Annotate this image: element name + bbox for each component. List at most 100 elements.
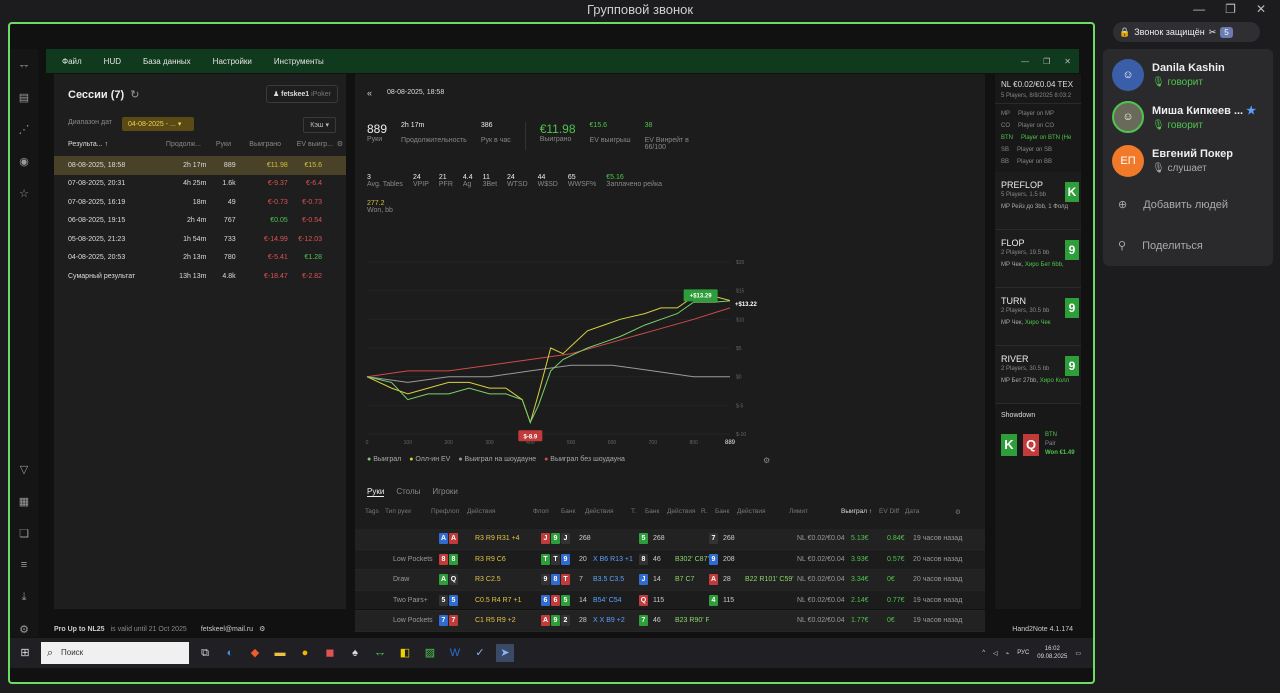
menu-settings[interactable]: Настройки: [213, 57, 252, 66]
col-river[interactable]: R.: [701, 508, 715, 516]
chart-app-icon[interactable]: ▨: [421, 644, 439, 662]
clock[interactable]: 16:02 09.08.2025: [1037, 645, 1067, 661]
restore-icon[interactable]: ❐: [1225, 2, 1236, 16]
col-limit[interactable]: Лимит: [789, 508, 841, 516]
word-icon[interactable]: W: [446, 644, 464, 662]
col-pot[interactable]: Банк: [715, 508, 737, 516]
street-flop[interactable]: FLOP 2 Players, 19.5 bb MP Чек, Хиро Бет 6…: [995, 230, 1081, 288]
menu-tools[interactable]: Инструменты: [274, 57, 324, 66]
street-river[interactable]: RIVER 2 Players, 30.5 bb MP Бет 27bb, Хиро…: [995, 346, 1081, 404]
hand-row[interactable]: A A R3 R9 R31 +4 J 9 J 268 5 268 7 268 NL €0.02/€0.…: [355, 529, 985, 550]
minimize-icon[interactable]: —: [1193, 2, 1205, 16]
restore-icon[interactable]: ❐: [1043, 57, 1050, 66]
steam-icon[interactable]: ✓: [471, 644, 489, 662]
tab-players[interactable]: Игроки: [432, 487, 458, 497]
network-icon[interactable]: ⌁: [1006, 650, 1010, 657]
settings-icon[interactable]: ⚙: [17, 623, 31, 637]
col-flop[interactable]: Флоп: [533, 508, 561, 516]
col-hands[interactable]: Руки: [201, 141, 231, 148]
session-row[interactable]: 08-08-2025, 18:58 2h 17m 889 €11.98 €15.6: [54, 156, 346, 175]
street-turn[interactable]: TURN 2 Players, 30.5 bb MP Чек, Хиро Чек 9: [995, 288, 1081, 346]
download-icon[interactable]: ⤓: [17, 591, 31, 605]
col-actions[interactable]: Действия: [585, 508, 631, 516]
col-hand-type[interactable]: Тип руки: [385, 508, 431, 516]
col-won[interactable]: Выиграно: [231, 141, 281, 148]
session-row[interactable]: 07-08-2025, 16:19 18m 49 €-0.73 €-0.73: [54, 193, 346, 212]
legend-item[interactable]: ● Выиграл без шоудауна: [544, 456, 625, 463]
menu-file[interactable]: Файл: [62, 57, 82, 66]
col-pot[interactable]: Банк: [645, 508, 667, 516]
col-date[interactable]: Дата: [905, 508, 955, 516]
hand-row[interactable]: Two Pairs+ 5 5 C0.5 R4 R7 +1 6 6 5 14 B54' C54 Q 1…: [355, 591, 985, 611]
network-icon[interactable]: ⋰: [17, 123, 31, 137]
session-row[interactable]: 05-08-2025, 21:23 1h 54m 733 €-14.99 €-12.03: [54, 230, 346, 249]
col-actions[interactable]: Действия: [667, 508, 701, 516]
filter-icon[interactable]: ▽: [17, 463, 31, 477]
participant[interactable]: ☺ Danila Kashin 🎙 говорит: [1112, 59, 1225, 91]
chart-icon[interactable]: ⥐: [17, 59, 31, 73]
tab-hands[interactable]: Руки: [367, 487, 385, 497]
legend-item[interactable]: ● Выиграл на шоудауне: [458, 456, 536, 463]
account-selector[interactable]: ♟ fetskee1 iPoker: [265, 85, 338, 103]
street-preflop[interactable]: PREFLOP 5 Players, 1.5 bb MP Рейз до 3bb, …: [995, 172, 1081, 230]
app-icon[interactable]: ♠: [346, 644, 364, 662]
col-tags[interactable]: Tags: [365, 508, 385, 516]
back-icon[interactable]: «: [367, 88, 372, 98]
tab-tables[interactable]: Столы: [396, 487, 420, 497]
app-icon[interactable]: ●: [296, 644, 314, 662]
star-icon[interactable]: ☆: [17, 187, 31, 201]
col-won[interactable]: Выиграл ↑: [841, 508, 879, 516]
broadcast-icon[interactable]: ◉: [17, 155, 31, 169]
document-icon[interactable]: ▤: [17, 91, 31, 105]
menu-database[interactable]: База данных: [143, 57, 191, 66]
legend-item[interactable]: ● Выиграл: [367, 456, 401, 463]
chevron-up-icon[interactable]: ^: [982, 650, 985, 656]
col-ev-diff[interactable]: EV Diff: [879, 508, 905, 516]
col-duration[interactable]: Продолж...: [146, 141, 201, 148]
col-result[interactable]: Результа... ↑: [54, 141, 146, 148]
speaker-icon[interactable]: ◁: [993, 650, 998, 657]
copy-icon[interactable]: ❏: [17, 527, 31, 541]
col-pot[interactable]: Банк: [561, 508, 585, 516]
col-actions[interactable]: Действия: [467, 508, 533, 516]
participant[interactable]: ЕП Евгений Покер 🎙 слушает: [1112, 145, 1233, 177]
edge-icon[interactable]: ◐: [221, 644, 239, 662]
app-icon[interactable]: ◼: [321, 644, 339, 662]
col-turn[interactable]: T.: [631, 508, 645, 516]
close-icon[interactable]: ✕: [1256, 2, 1266, 16]
menu-hud[interactable]: HUD: [104, 57, 121, 66]
database-icon[interactable]: ≡: [17, 559, 31, 573]
telegram-icon[interactable]: ➤: [496, 644, 514, 662]
notification-icon[interactable]: ▭: [1075, 650, 1081, 657]
close-icon[interactable]: ✕: [1064, 57, 1071, 66]
add-people-button[interactable]: ⊕ Добавить людей: [1118, 198, 1228, 212]
gear-icon[interactable]: ⚙: [955, 508, 965, 516]
task-view-icon[interactable]: ⧉: [196, 644, 214, 662]
windows-start-icon[interactable]: ⊞: [16, 644, 34, 662]
h2n-icon[interactable]: ⥐: [371, 644, 389, 662]
gear-icon[interactable]: ⚙: [259, 625, 265, 633]
brave-icon[interactable]: ◆: [246, 644, 264, 662]
security-badge[interactable]: 🔒 Звонок защищён ✂ 5: [1113, 22, 1260, 42]
session-row[interactable]: 07-08-2025, 20:31 4h 25m 1.6k €-9.37 €-6.4: [54, 175, 346, 194]
layout-icon[interactable]: ▦: [17, 495, 31, 509]
col-actions[interactable]: Действия: [737, 508, 789, 516]
date-range-picker[interactable]: 04-08-2025 - ... ▾: [122, 117, 194, 131]
refresh-icon[interactable]: ↻: [130, 89, 139, 101]
minimize-icon[interactable]: —: [1021, 57, 1029, 66]
gear-icon[interactable]: ⚙: [763, 456, 770, 465]
legend-item[interactable]: ● Олл-ин EV: [409, 456, 450, 463]
session-row[interactable]: 04-08-2025, 20:53 2h 13m 780 €-5.41 €1.28: [54, 249, 346, 268]
col-preflop[interactable]: Префлоп: [431, 508, 467, 516]
participant[interactable]: ☺ Миша Кипкеев ... ★ 🎙 говорит: [1112, 101, 1256, 133]
taskbar-search[interactable]: Поиск: [41, 642, 189, 664]
hand-row[interactable]: Draw A Q R3 C2.5 9 8 T 7 B3.5 C3.5 J 14 B7 C7 A 28 B22…: [355, 570, 985, 591]
language-indicator[interactable]: РУС: [1017, 650, 1029, 656]
share-button[interactable]: ⚲ Поделиться: [1118, 239, 1203, 253]
session-row[interactable]: 06-08-2025, 19:15 2h 4m 767 €0.05 €-0.54: [54, 212, 346, 231]
notes-icon[interactable]: ◧: [396, 644, 414, 662]
gear-icon[interactable]: ⚙: [333, 140, 343, 148]
cache-dropdown[interactable]: Кэш ▾: [303, 117, 336, 133]
col-ev[interactable]: EV выигр...: [281, 141, 333, 148]
explorer-icon[interactable]: ▬: [271, 644, 289, 662]
